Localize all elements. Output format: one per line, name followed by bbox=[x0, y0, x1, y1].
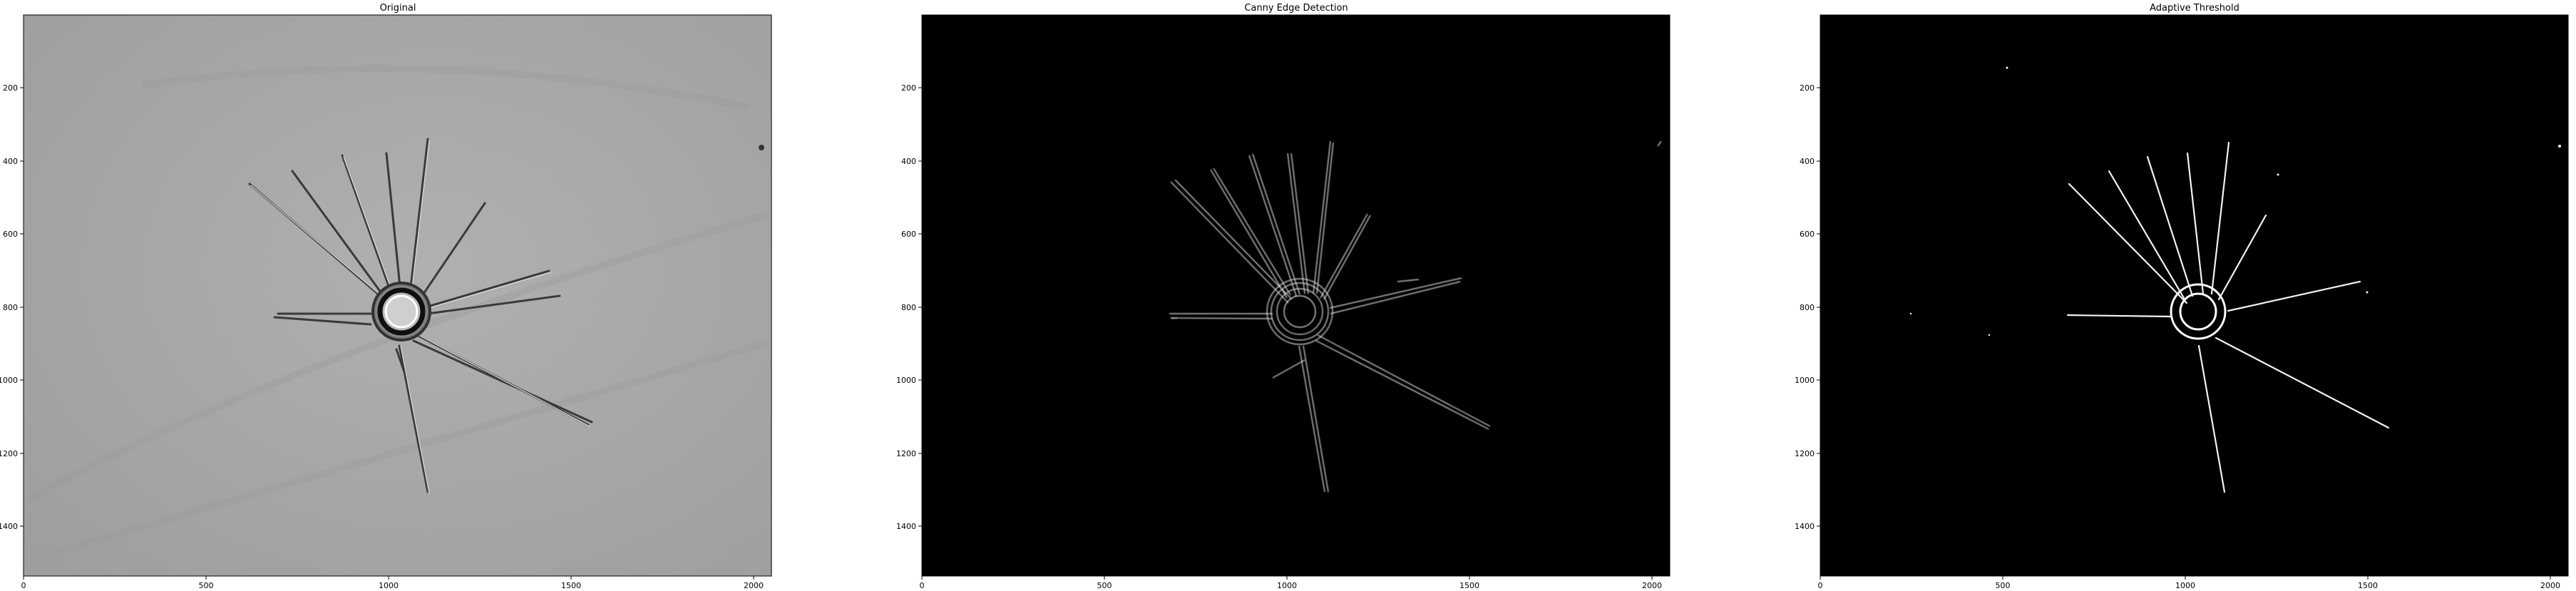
panel-original: Original 0 500 1000 1500 2000 200 400 60… bbox=[0, 3, 772, 590]
panel-title: Original bbox=[380, 3, 416, 14]
x-tick-label: 1000 bbox=[379, 581, 399, 590]
image-canny-edges bbox=[922, 15, 1670, 576]
x-axis-canny: 0 500 1000 1500 2000 bbox=[920, 576, 1662, 590]
y-tick-label: 200 bbox=[1800, 83, 1815, 93]
x-tick-label: 1500 bbox=[561, 581, 581, 590]
panel-canny: Canny Edge Detection 0 500 1000 1500 200… bbox=[896, 3, 1671, 590]
figure: Original 0 500 1000 1500 2000 200 400 60… bbox=[0, 3, 2569, 590]
x-axis-original: 0 500 1000 1500 2000 bbox=[21, 576, 764, 590]
image-adaptive-threshold bbox=[1820, 15, 2568, 576]
y-axis-adaptive: 200 400 600 800 1000 1200 1400 bbox=[1795, 83, 1820, 531]
y-tick-label: 1000 bbox=[0, 376, 18, 385]
panel-title: Canny Edge Detection bbox=[1244, 3, 1348, 14]
x-tick-label: 1000 bbox=[1277, 581, 1297, 590]
y-tick-label: 1400 bbox=[0, 522, 18, 531]
y-tick-label: 1400 bbox=[896, 522, 916, 531]
y-tick-label: 800 bbox=[901, 303, 916, 312]
y-axis-canny: 200 400 600 800 1000 1200 1400 bbox=[896, 83, 922, 531]
x-tick-label: 0 bbox=[920, 581, 925, 590]
y-tick-label: 200 bbox=[901, 83, 916, 93]
x-tick-label: 2000 bbox=[1642, 581, 1662, 590]
y-tick-label: 800 bbox=[1800, 303, 1815, 312]
y-axis-original: 200 400 600 800 1000 1200 1400 bbox=[0, 83, 24, 531]
y-tick-label: 600 bbox=[1800, 230, 1815, 239]
x-tick-label: 500 bbox=[1996, 581, 2011, 590]
y-tick-label: 400 bbox=[901, 157, 916, 166]
y-tick-label: 1000 bbox=[1795, 376, 1815, 385]
y-tick-label: 400 bbox=[1800, 157, 1815, 166]
y-tick-label: 800 bbox=[3, 303, 18, 312]
x-tick-label: 2000 bbox=[2540, 581, 2560, 590]
y-tick-label: 1400 bbox=[1795, 522, 1815, 531]
x-tick-label: 1000 bbox=[2175, 581, 2195, 590]
y-tick-label: 600 bbox=[901, 230, 916, 239]
y-tick-label: 400 bbox=[3, 157, 18, 166]
panel-adaptive-threshold: Adaptive Threshold 0 500 1000 1500 2000 … bbox=[1795, 3, 2569, 590]
image-original bbox=[24, 15, 771, 576]
x-tick-label: 500 bbox=[199, 581, 214, 590]
y-tick-label: 1200 bbox=[896, 449, 916, 458]
y-tick-label: 1200 bbox=[0, 449, 18, 458]
x-tick-label: 0 bbox=[21, 581, 26, 590]
y-tick-label: 1200 bbox=[1795, 449, 1815, 458]
x-tick-label: 1500 bbox=[1459, 581, 1479, 590]
y-tick-label: 600 bbox=[3, 230, 18, 239]
y-tick-label: 1000 bbox=[896, 376, 916, 385]
x-tick-label: 1500 bbox=[2358, 581, 2378, 590]
panel-title: Adaptive Threshold bbox=[2150, 3, 2239, 14]
y-tick-label: 200 bbox=[3, 83, 18, 93]
x-tick-label: 2000 bbox=[744, 581, 764, 590]
x-axis-adaptive: 0 500 1000 1500 2000 bbox=[1818, 576, 2560, 590]
x-tick-label: 500 bbox=[1097, 581, 1112, 590]
x-tick-label: 0 bbox=[1818, 581, 1823, 590]
